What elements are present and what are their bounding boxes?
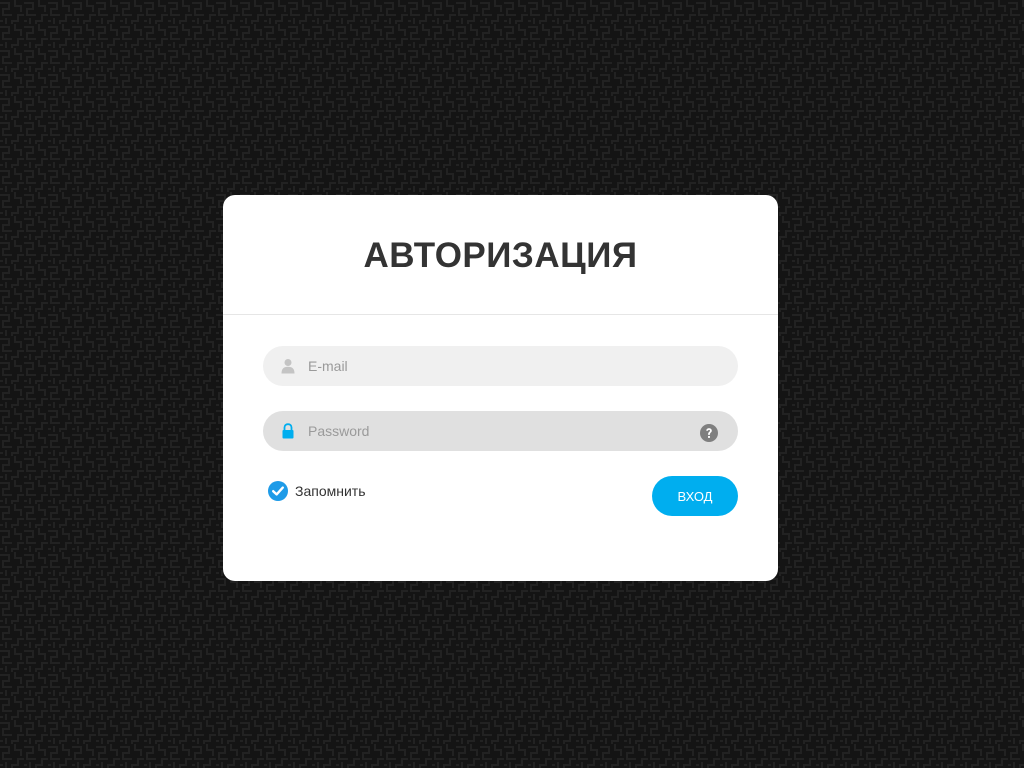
email-input[interactable] xyxy=(308,346,688,386)
login-header: АВТОРИЗАЦИЯ xyxy=(223,195,778,315)
login-title: АВТОРИЗАЦИЯ xyxy=(363,235,638,275)
remember-label[interactable]: Запомнить xyxy=(295,483,366,499)
lock-icon xyxy=(282,423,294,439)
checkbox-checked-icon[interactable] xyxy=(268,480,288,501)
user-icon xyxy=(281,359,295,374)
remember-checkbox[interactable]: Запомнить xyxy=(268,480,366,501)
question-circle-icon[interactable] xyxy=(700,424,718,442)
password-input[interactable] xyxy=(308,411,688,451)
email-field[interactable] xyxy=(263,346,738,386)
login-card: АВТОРИЗАЦИЯ Запомнить ВХОД xyxy=(223,195,778,581)
password-field[interactable] xyxy=(263,411,738,451)
login-button[interactable]: ВХОД xyxy=(652,476,738,516)
